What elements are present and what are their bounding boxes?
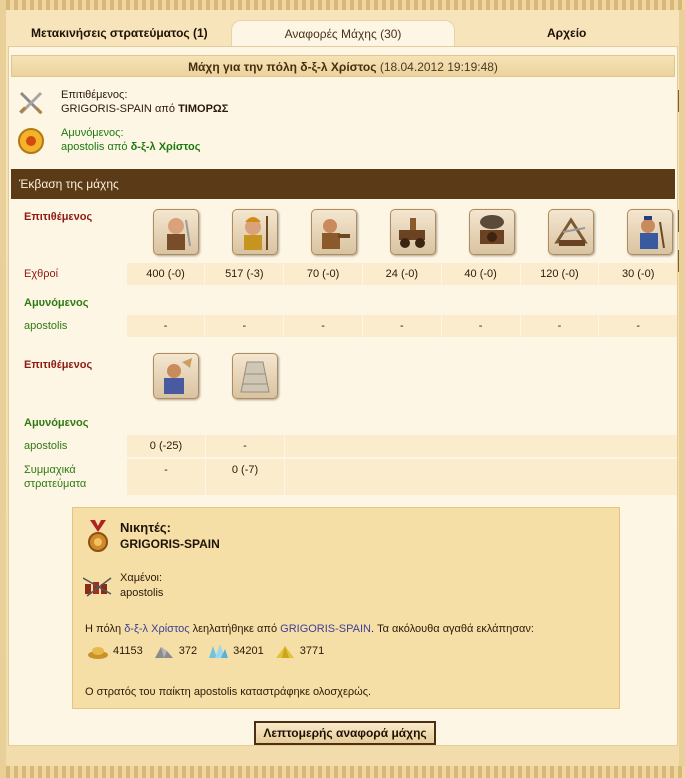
wall-icon[interactable] (232, 353, 278, 399)
outcome-header: Έκβαση της μάχης (11, 169, 675, 199)
enemies-cell: 40 (-0) (441, 263, 520, 285)
battle-report-panel: Μάχη για την πόλη δ-ξ-λ Χρίστος (18.04.2… (8, 46, 678, 746)
militia-defender-label: Αμυνόμενος (24, 417, 89, 429)
militia-defender-row: apostolis 0 (-25) - (17, 435, 677, 457)
militia-icon[interactable] (153, 353, 199, 399)
empty-cell (285, 435, 677, 457)
gold-value: 41153 (113, 645, 143, 657)
defender-cell: - (362, 315, 441, 337)
defender-city[interactable]: δ-ξ-λ Χρίστος (131, 141, 201, 153)
attacker-city[interactable]: ΤΙΜΟΡΩΣ (178, 103, 228, 115)
swordsman-icon[interactable] (153, 209, 199, 255)
detailed-report-button[interactable]: Λεπτομερής αναφορά μάχης (254, 721, 436, 745)
loot-text: Η πόλη δ-ξ-λ Χρίστος λεηλατήθηκε από GRI… (85, 623, 534, 635)
stolen-resources: 41153 372 34201 3771 (87, 643, 334, 659)
fallen-soldiers-icon (83, 577, 112, 597)
slinger-icon[interactable] (311, 209, 357, 255)
battle-date: (18.04.2012 19:19:48) (379, 60, 498, 74)
allies-label: Συμμαχικά στρατεύματα (24, 464, 87, 490)
defender-label: Αμυνόμενος: (61, 127, 124, 139)
top-border (6, 0, 685, 10)
land-defender-row: apostolis - - - - - - - (17, 315, 678, 337)
ballista-icon[interactable] (548, 209, 594, 255)
empty-cell (285, 459, 677, 495)
battle-city: δ-ξ-λ Χρίστος (300, 60, 377, 74)
defender-cell: - (126, 315, 205, 337)
archer-icon[interactable] (627, 209, 673, 255)
winners-label: Νικητές: (120, 520, 171, 535)
militia-attacker-label: Επιτιθέμενος (24, 359, 93, 371)
defender-info: Αμυνόμενος: apostolis από δ-ξ-λ Χρίστος (17, 127, 200, 155)
land-attacker-label: Επιτιθέμενος (24, 211, 93, 223)
enemies-cell: 70 (-0) (284, 263, 362, 285)
defender-cell: - (441, 315, 520, 337)
stone-value: 372 (178, 645, 198, 657)
defender-cell: - (284, 315, 362, 337)
crossed-swords-icon (19, 91, 43, 115)
loot-player-link[interactable]: GRIGORIS-SPAIN (280, 623, 371, 635)
bottom-border (6, 766, 685, 778)
allies-row: Συμμαχικά στρατεύματα - 0 (-7) (17, 459, 677, 495)
loot-prefix: Η πόλη (85, 623, 122, 635)
winner-name: GRIGORIS-SPAIN (120, 537, 220, 551)
hoplite-icon[interactable] (232, 209, 278, 255)
enemies-cell: 120 (-0) (520, 263, 599, 285)
enemies-cell: 400 (-0) (126, 263, 205, 285)
medal-icon (88, 520, 108, 552)
tab-troop-movements[interactable]: Μετακινήσεις στρατεύματος (1) (8, 20, 231, 46)
chariot-icon[interactable] (390, 209, 436, 255)
loot-city-link[interactable]: δ-ξ-λ Χρίστος (124, 623, 189, 635)
militia-defender-cell: 0 (-25) (127, 435, 205, 457)
attacker-player[interactable]: GRIGORIS-SPAIN (61, 103, 152, 115)
allies-cell: 0 (-7) (206, 459, 284, 495)
allies-cell: - (127, 459, 205, 495)
crystal-icon (209, 644, 229, 658)
battle-result-box: Νικητές: GRIGORIS-SPAIN Χαμένοι: apostol… (72, 507, 620, 709)
shield-icon (18, 128, 44, 154)
loot-mid: λεηλατήθηκε από (192, 623, 278, 635)
defender-player[interactable]: apostolis (61, 141, 104, 153)
catapult-icon[interactable] (469, 209, 515, 255)
losers-label: Χαμένοι: (120, 572, 163, 584)
attacker-info: Επιτιθέμενος: GRIGORIS-SPAIN από ΤΙΜΟΡΩΣ (17, 89, 228, 117)
defender-from: από (107, 141, 128, 153)
sulfur-icon (275, 646, 294, 658)
enemies-cell: 24 (-0) (362, 263, 441, 285)
militia-defender-cell: - (206, 435, 284, 457)
loot-suffix: . Τα ακόλουθα αγαθά εκλάπησαν: (371, 623, 534, 635)
enemies-label: Εχθροί (24, 268, 59, 280)
tab-archive[interactable]: Αρχείο (455, 20, 678, 46)
sulfur-value: 3771 (299, 645, 325, 657)
attacker-label: Επιτιθέμενος: (61, 89, 128, 101)
army-destroyed-text: Ο στρατός του παίκτη apostolis καταστράφ… (85, 686, 372, 698)
enemies-cell: 30 (-0) (599, 263, 678, 285)
land-defender-label: Αμυνόμενος (24, 297, 89, 309)
enemies-row: Εχθροί 400 (-0) 517 (-3) 70 (-0) 24 (-0)… (17, 263, 678, 285)
tab-battle-reports[interactable]: Αναφορές Μάχης (30) (230, 20, 456, 46)
crystal-value: 34201 (233, 645, 264, 657)
stone-icon (154, 647, 173, 658)
defender-cell: - (520, 315, 599, 337)
enemies-cell: 517 (-3) (205, 263, 284, 285)
gold-icon (88, 647, 108, 659)
land-defender-player: apostolis (24, 320, 68, 332)
report-tabs: Μετακινήσεις στρατεύματος (1) Αναφορές Μ… (8, 20, 678, 46)
battle-title-prefix: Μάχη για την πόλη (188, 60, 297, 74)
defender-cell: - (599, 315, 678, 337)
loser-name: apostolis (120, 587, 164, 599)
attacker-from: από (154, 103, 176, 115)
defender-cell: - (205, 315, 284, 337)
militia-defender-player: apostolis (24, 440, 68, 452)
battle-title: Μάχη για την πόλη δ-ξ-λ Χρίστος (18.04.2… (11, 55, 675, 77)
